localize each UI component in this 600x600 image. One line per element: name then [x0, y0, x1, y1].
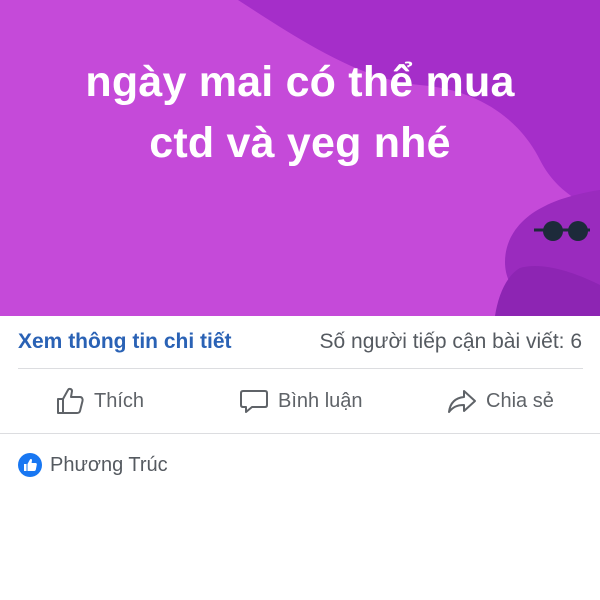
reach-count: Số người tiếp cận bài viết: 6	[319, 330, 582, 353]
comment-bubble-icon	[240, 390, 268, 413]
view-details-link[interactable]: Xem thông tin chi tiết	[18, 330, 232, 354]
post-actions: Thích Bình luận Chia sẻ	[0, 369, 600, 433]
status-text: ngày mai có thể mua ctd và yeg nhé	[0, 52, 600, 174]
like-button[interactable]: Thích	[54, 385, 144, 417]
like-reaction-icon	[18, 453, 42, 477]
reactor-name: Phương Trúc	[50, 453, 168, 476]
thumbs-up-icon	[57, 387, 84, 414]
comment-button[interactable]: Bình luận	[238, 385, 363, 417]
share-label: Chia sẻ	[486, 389, 554, 412]
divider	[0, 433, 600, 434]
share-arrow-icon	[448, 390, 476, 413]
share-button[interactable]: Chia sẻ	[446, 385, 554, 417]
comment-label: Bình luận	[278, 389, 363, 412]
status-line: ctd và yeg nhé	[149, 119, 451, 167]
status-background: ngày mai có thể mua ctd và yeg nhé	[0, 0, 600, 316]
post-info-bar: Xem thông tin chi tiết Số người tiếp cận…	[0, 316, 600, 368]
reaction-summary[interactable]: Phương Trúc	[18, 452, 168, 478]
status-line: ngày mai có thể mua	[85, 58, 515, 106]
like-label: Thích	[94, 389, 145, 412]
